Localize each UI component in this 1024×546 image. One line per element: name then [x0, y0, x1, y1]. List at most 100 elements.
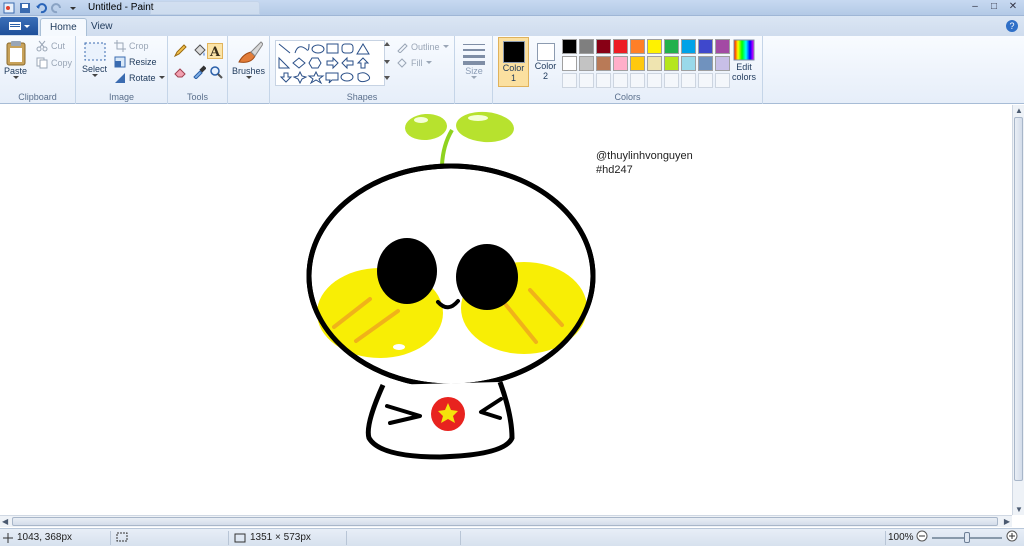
rotate-button[interactable]: Rotate — [114, 72, 165, 84]
palette-swatch[interactable] — [596, 39, 611, 54]
color-picker-icon[interactable] — [191, 64, 207, 80]
horizontal-scrollbar[interactable]: ◀ ▶ — [0, 515, 1012, 527]
ribbon-tabs: Home View ? — [0, 16, 1024, 36]
scroll-left-arrow-icon[interactable]: ◀ — [2, 517, 8, 526]
palette-swatch[interactable] — [613, 56, 628, 71]
custom-color-slot[interactable] — [630, 73, 645, 88]
crop-button[interactable]: Crop — [114, 40, 149, 52]
custom-color-slot[interactable] — [681, 73, 696, 88]
tools-group-label: Tools — [186, 92, 208, 102]
outline-button[interactable]: Outline — [396, 41, 449, 53]
palette-swatch[interactable] — [681, 56, 696, 71]
shapes-scroll-icon[interactable] — [384, 42, 390, 82]
horizontal-scroll-thumb[interactable] — [12, 517, 998, 526]
palette-swatch[interactable] — [647, 56, 662, 71]
shapes-gallery[interactable] — [275, 40, 385, 86]
copy-label: Copy — [51, 58, 73, 68]
crop-icon — [114, 40, 126, 52]
custom-color-slot[interactable] — [579, 73, 594, 88]
fill-bucket-icon[interactable] — [191, 43, 207, 59]
rotate-icon — [115, 73, 125, 83]
watermark-line-hashtag: #hd247 — [596, 164, 633, 176]
brush-icon — [237, 41, 263, 63]
status-bar: 1043, 368px 1351 × 573px 100% — [0, 528, 1024, 546]
color-palette — [562, 39, 730, 88]
palette-swatch[interactable] — [562, 39, 577, 54]
size-button[interactable]: Size — [461, 40, 487, 80]
watermark-line-handle: @thuylinhvonguyen — [596, 150, 693, 162]
eraser-icon[interactable] — [172, 64, 188, 80]
palette-swatch[interactable] — [613, 39, 628, 54]
color1-number: 1 — [510, 73, 516, 83]
palette-swatch[interactable] — [664, 56, 679, 71]
text-tool-icon[interactable]: A — [207, 43, 223, 59]
edit-colors-label: Edit colors — [731, 62, 756, 82]
resize-button[interactable]: Resize — [114, 56, 157, 68]
zoom-out-icon[interactable] — [916, 530, 928, 542]
custom-color-slot[interactable] — [562, 73, 577, 88]
drawing-canvas[interactable]: @thuylinhvonguyen #hd247 — [0, 105, 1012, 515]
palette-swatch[interactable] — [698, 39, 713, 54]
tools-group: A Tools — [168, 36, 228, 104]
palette-swatch[interactable] — [579, 56, 594, 71]
vertical-scrollbar[interactable]: ▲ ▼ — [1012, 105, 1024, 515]
scroll-down-arrow-icon[interactable]: ▼ — [1015, 505, 1023, 514]
paint-menu-icon — [8, 22, 21, 30]
copy-button[interactable]: Copy — [36, 57, 72, 69]
palette-swatch[interactable] — [596, 56, 611, 71]
artwork-sprout-character — [306, 111, 596, 460]
rotate-label: Rotate — [129, 73, 156, 83]
paint-menu-button[interactable] — [0, 17, 38, 35]
paint-app-icon[interactable] — [2, 1, 16, 15]
watermark-text: @thuylinhvonguyen #hd247 — [596, 149, 693, 177]
custom-color-slot[interactable] — [715, 73, 730, 88]
custom-color-slot[interactable] — [596, 73, 611, 88]
undo-icon[interactable] — [34, 1, 48, 15]
pencil-icon[interactable] — [172, 43, 188, 59]
zoom-in-icon[interactable] — [1006, 530, 1018, 542]
redo-icon[interactable] — [50, 1, 64, 15]
vertical-scroll-thumb[interactable] — [1014, 117, 1023, 481]
palette-swatch[interactable] — [647, 39, 662, 54]
palette-swatch[interactable] — [579, 39, 594, 54]
palette-swatch[interactable] — [630, 39, 645, 54]
palette-swatch[interactable] — [715, 56, 730, 71]
select-button[interactable]: Select — [82, 40, 107, 78]
brushes-group: Brushes — [228, 36, 270, 104]
paste-button[interactable]: Paste — [4, 40, 27, 80]
palette-swatch[interactable] — [562, 56, 577, 71]
edit-colors-button[interactable]: Edit colors — [729, 38, 759, 82]
customize-qat-icon[interactable] — [66, 1, 80, 15]
tab-home[interactable]: Home — [40, 18, 87, 36]
scroll-up-arrow-icon[interactable]: ▲ — [1015, 106, 1023, 115]
scroll-right-arrow-icon[interactable]: ▶ — [1004, 517, 1010, 526]
close-button[interactable]: ✕ — [1004, 0, 1022, 13]
chevron-down-icon — [245, 76, 252, 79]
magnifier-icon[interactable] — [208, 64, 224, 80]
maximize-button[interactable]: □ — [985, 0, 1003, 13]
palette-swatch[interactable] — [698, 56, 713, 71]
resize-icon — [114, 56, 126, 68]
custom-color-slot[interactable] — [698, 73, 713, 88]
cut-button[interactable]: Cut — [36, 40, 65, 52]
custom-color-slot[interactable] — [664, 73, 679, 88]
zoom-slider-thumb[interactable] — [964, 532, 970, 543]
clipboard-icon — [6, 41, 25, 66]
custom-color-slot[interactable] — [613, 73, 628, 88]
palette-swatch[interactable] — [630, 56, 645, 71]
tab-view[interactable]: View — [82, 18, 122, 36]
copy-icon — [36, 57, 48, 69]
palette-swatch[interactable] — [681, 39, 696, 54]
palette-swatch[interactable] — [664, 39, 679, 54]
save-icon[interactable] — [18, 1, 32, 15]
clipboard-group: Paste Cut Copy Clipboard — [0, 36, 76, 104]
fill-button[interactable]: Fill — [396, 57, 432, 69]
brushes-button[interactable]: Brushes — [232, 40, 265, 80]
color2-button[interactable]: Color 2 — [531, 37, 560, 87]
palette-swatch[interactable] — [715, 39, 730, 54]
color1-button[interactable]: Color 1 — [498, 37, 529, 87]
custom-color-slot[interactable] — [647, 73, 662, 88]
minimize-button[interactable]: – — [966, 0, 984, 13]
help-icon[interactable]: ? — [1006, 20, 1018, 32]
chevron-down-icon — [471, 76, 477, 79]
